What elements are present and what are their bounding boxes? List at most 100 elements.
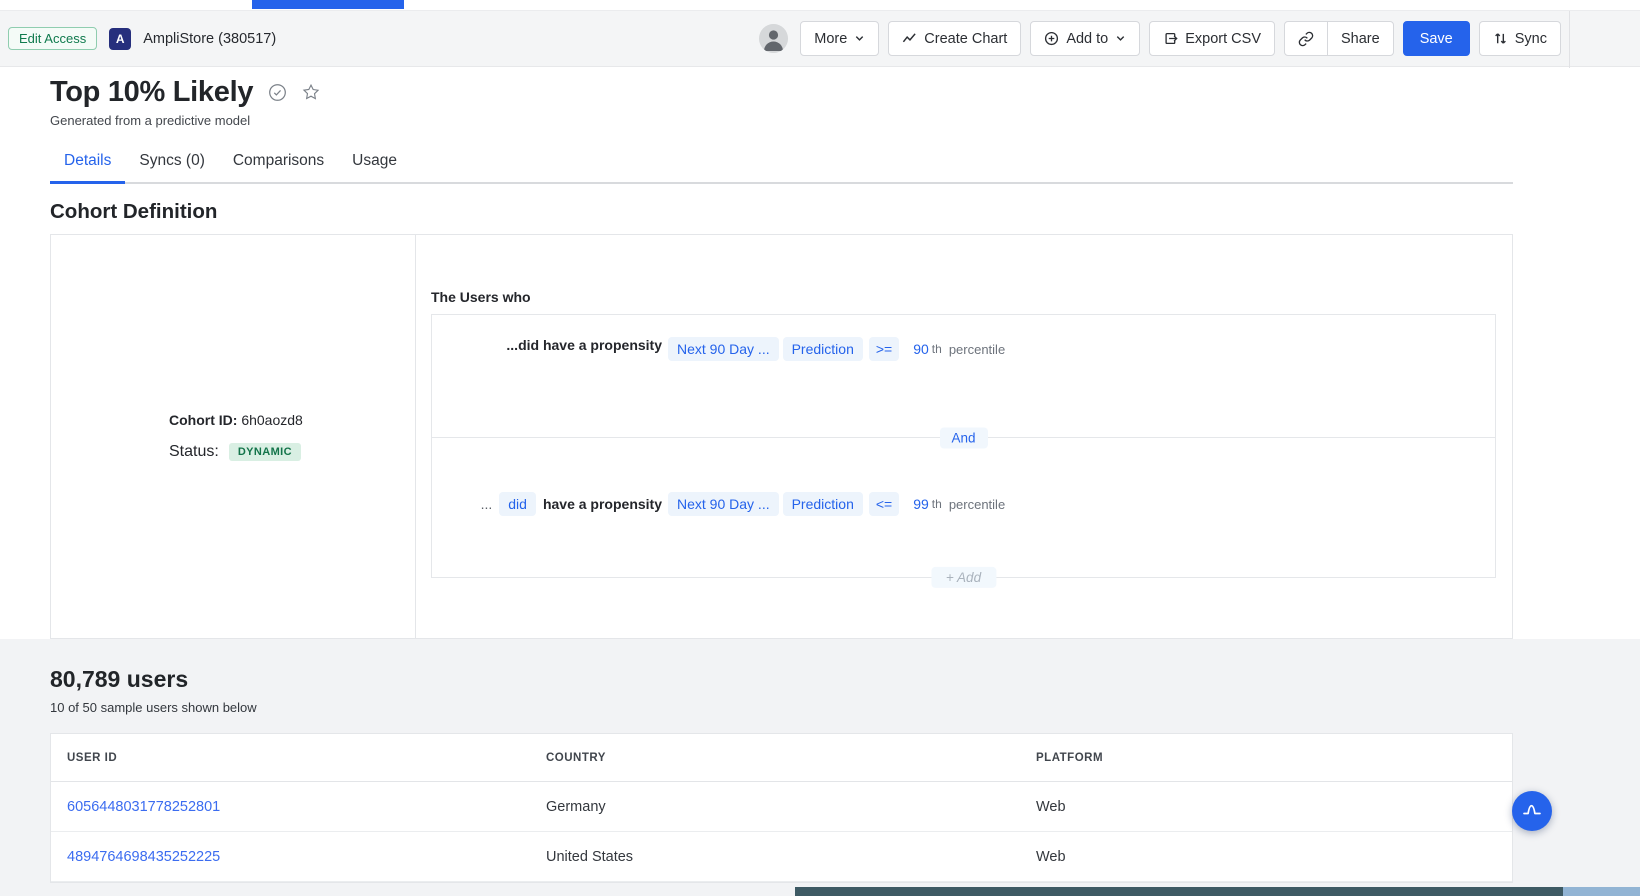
main-content: Top 10% Likely Generated from a predicti… [0,68,1640,896]
clause-text: have a propensity [543,496,662,512]
status-badge: DYNAMIC [229,443,301,461]
operator-pill[interactable]: <= [869,492,899,516]
share-button[interactable]: Share [1327,22,1393,55]
plus-circle-icon [1044,31,1059,46]
clause-pills: Next 90 Day ... Prediction <= 99 th perc… [668,492,1005,516]
save-label: Save [1420,31,1453,47]
chevron-down-icon [1115,33,1126,44]
operator-pill[interactable]: >= [869,337,899,361]
condition-unit: th [932,342,942,356]
property-pill[interactable]: Next 90 Day ... [668,492,779,516]
clause-pills: Next 90 Day ... Prediction >= 90 th perc… [668,337,1005,361]
edit-access-badge: Edit Access [8,27,97,50]
amplitude-assistant-fab[interactable] [1512,791,1552,831]
user-id-link[interactable]: 4894764698435252225 [67,849,546,865]
user-id-link[interactable]: 6056448031778252801 [67,799,546,815]
favorite-star-icon[interactable] [302,83,320,101]
workspace-avatar[interactable]: A [109,28,131,50]
cohort-id-label: Cohort ID: [169,412,237,428]
table-row: 6056448031778252801 Germany Web [51,782,1512,832]
cohort-status-line: Status: DYNAMIC [169,443,415,461]
country-cell: Germany [546,799,1036,815]
column-header-platform: PLATFORM [1036,752,1496,764]
table-row: 4894764698435252225 United States Web [51,832,1512,882]
condition-value[interactable]: 99 [913,496,929,512]
sync-arrows-icon [1493,31,1508,46]
person-silhouette-icon [759,24,788,53]
line-chart-icon [902,31,917,46]
create-chart-label: Create Chart [924,31,1007,47]
share-label: Share [1341,31,1380,47]
clause-prefix: ... [481,496,493,512]
cohort-id-value: 6h0aozd8 [241,412,303,428]
condition-unit-word: percentile [949,497,1005,512]
save-button[interactable]: Save [1403,21,1470,56]
loading-progress-bar [252,0,404,9]
topbar-edge-divider [1569,11,1570,68]
users-sample-note: 10 of 50 sample users shown below [50,700,1640,715]
add-to-label: Add to [1066,31,1108,47]
property-type-pill[interactable]: Prediction [783,492,863,516]
users-who-label: The Users who [431,289,1496,305]
cohort-id-line: Cohort ID: 6h0aozd8 [169,412,415,428]
topbar: Edit Access A AmpliStore (380517) More C… [0,10,1640,67]
cohort-definition-card: Cohort ID: 6h0aozd8 Status: DYNAMIC The … [50,234,1513,639]
property-type-pill[interactable]: Prediction [783,337,863,361]
export-csv-label: Export CSV [1185,31,1261,47]
top-loading-strip [0,0,1640,10]
cohort-meta-panel: Cohort ID: 6h0aozd8 Status: DYNAMIC [51,235,416,638]
and-connector-pill[interactable]: And [939,428,987,449]
tab-bar: Details Syncs (0) Comparisons Usage [50,144,1513,184]
sample-users-section: 80,789 users 10 of 50 sample users shown… [0,639,1640,896]
verb-pill[interactable]: did [499,492,536,516]
cohort-definition-heading: Cohort Definition [50,199,1640,224]
page-subtitle: Generated from a predictive model [50,113,1640,129]
chevron-down-icon [854,33,865,44]
cohort-details-page: Edit Access A AmpliStore (380517) More C… [0,0,1640,896]
tab-syncs[interactable]: Syncs (0) [125,144,218,184]
add-to-button[interactable]: Add to [1030,21,1140,56]
column-header-user-id: USER ID [67,752,546,764]
sample-users-table: USER ID COUNTRY PLATFORM 605644803177825… [50,733,1513,883]
share-button-group: Share [1284,21,1394,56]
amplitude-logo-icon [1520,799,1544,823]
clause-label: ... did have a propensity [432,492,662,516]
sync-button[interactable]: Sync [1479,21,1561,56]
platform-cell: Web [1036,799,1496,815]
tab-details[interactable]: Details [50,144,125,184]
clause-label: ...did have a propensity [432,337,662,353]
status-label: Status: [169,443,219,461]
table-header-row: USER ID COUNTRY PLATFORM [51,734,1512,782]
verified-check-icon[interactable] [268,83,287,102]
horizontal-scrollbar-track[interactable] [1563,887,1640,896]
country-cell: United States [546,849,1036,865]
copy-link-button[interactable] [1285,22,1327,55]
condition-unit-word: percentile [949,342,1005,357]
title-row: Top 10% Likely [50,76,1640,108]
add-condition-button[interactable]: + Add [931,567,996,588]
workspace-name[interactable]: AmpliStore (380517) [143,31,276,47]
user-avatar[interactable] [759,24,788,53]
property-pill[interactable]: Next 90 Day ... [668,337,779,361]
condition-row: ... did have a propensity Next 90 Day ..… [432,438,1495,578]
condition-unit: th [932,497,942,511]
conditions-box: ...did have a propensity Next 90 Day ...… [431,314,1496,578]
export-csv-button[interactable]: Export CSV [1149,21,1275,56]
platform-cell: Web [1036,849,1496,865]
condition-value[interactable]: 90 [913,341,929,357]
condition-row: ...did have a propensity Next 90 Day ...… [432,315,1495,438]
tab-usage[interactable]: Usage [338,144,411,184]
horizontal-scrollbar-thumb[interactable] [795,887,1563,896]
more-button[interactable]: More [800,21,879,56]
cohort-rules-panel: The Users who ...did have a propensity N… [416,235,1512,638]
topbar-left: Edit Access A AmpliStore (380517) [8,27,276,50]
users-count: 80,789 users [50,665,1640,693]
tab-comparisons[interactable]: Comparisons [219,144,338,184]
sync-label: Sync [1515,31,1547,47]
clause-text: ...did have a propensity [506,337,662,353]
export-icon [1163,31,1178,46]
page-title: Top 10% Likely [50,76,253,108]
create-chart-button[interactable]: Create Chart [888,21,1021,56]
more-label: More [814,31,847,47]
column-header-country: COUNTRY [546,752,1036,764]
